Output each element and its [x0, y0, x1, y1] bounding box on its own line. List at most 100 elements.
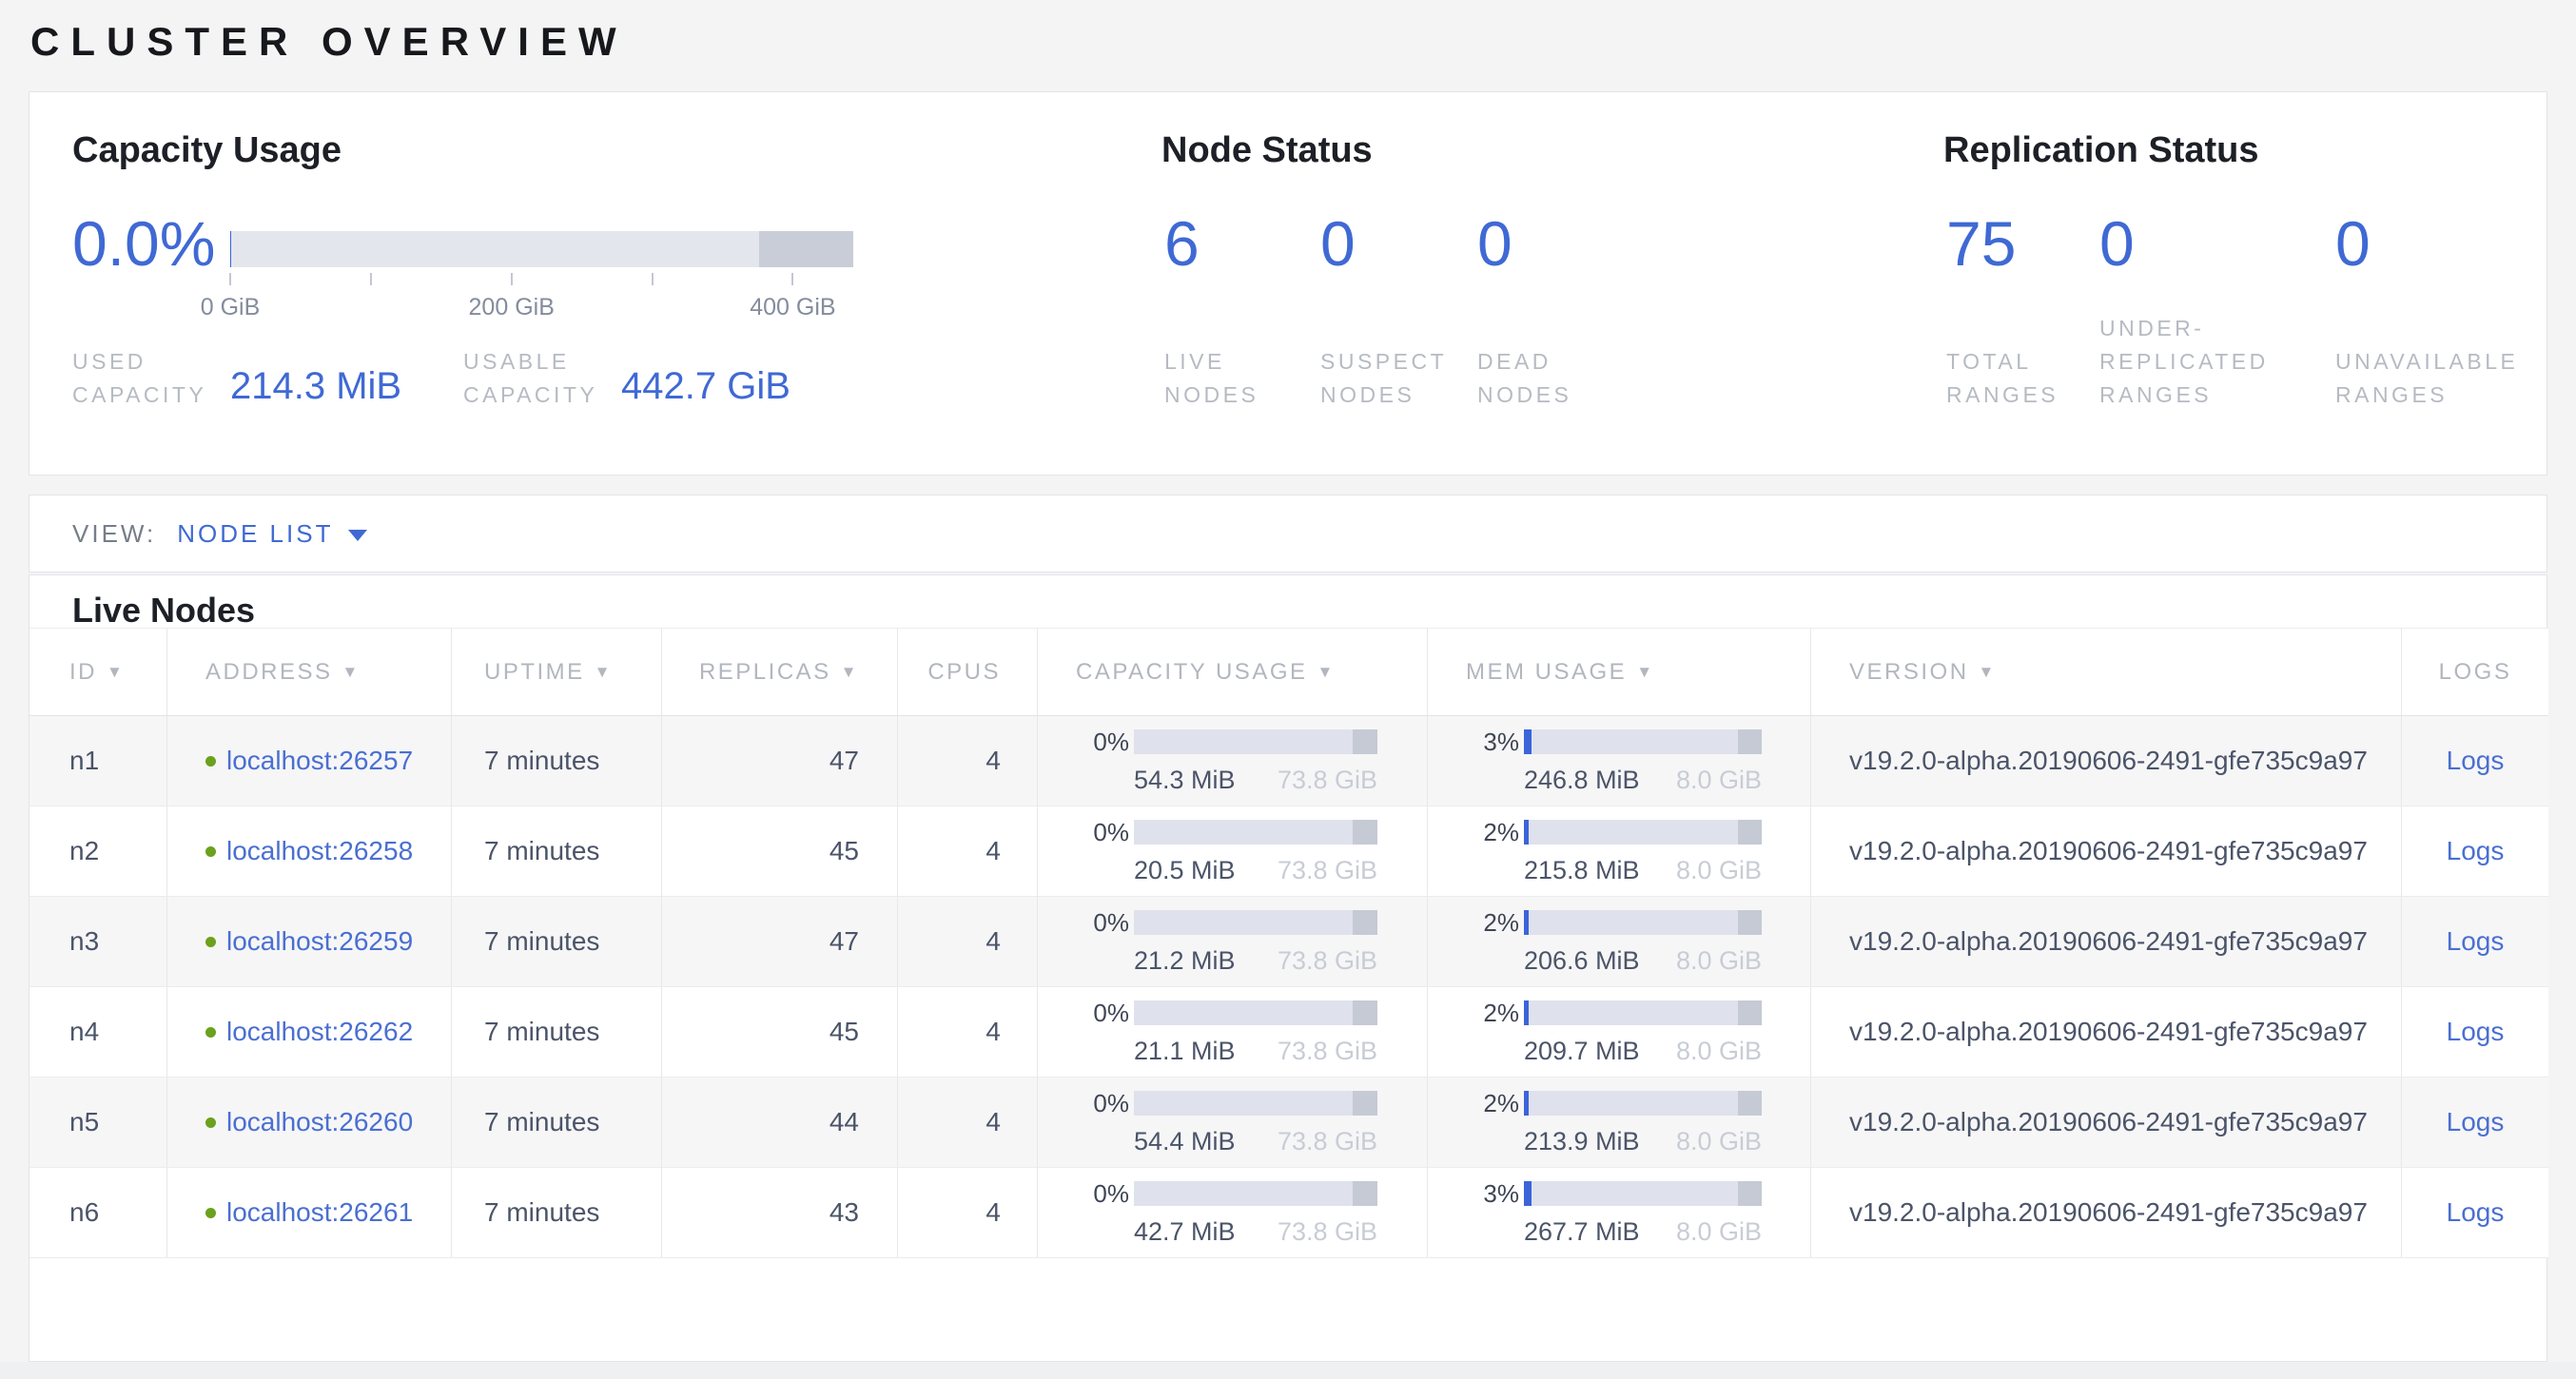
mem-bar-other-segment	[1738, 729, 1762, 754]
column-header-capacity-usage[interactable]: CAPACITY USAGE▼	[1038, 629, 1428, 715]
capacity-total-value: 73.8 GiB	[1278, 946, 1377, 976]
node-id: n1	[69, 746, 99, 776]
view-selector-dropdown[interactable]: NODE LIST	[177, 519, 367, 549]
node-logs-link[interactable]: Logs	[2447, 746, 2505, 776]
axis-tick	[370, 273, 372, 285]
mem-usage-cell: 2% 215.8 MiB 8.0 GiB	[1466, 818, 1762, 885]
mem-usage-percent: 3%	[1466, 728, 1519, 757]
node-replicas: 45	[829, 836, 859, 866]
node-address-link[interactable]: localhost:26259	[226, 926, 413, 957]
node-address-link[interactable]: localhost:26261	[226, 1197, 413, 1228]
capacity-usage-percent: 0%	[1076, 1089, 1129, 1118]
capacity-usage-heading: Capacity Usage	[72, 130, 342, 171]
node-uptime: 7 minutes	[484, 1017, 599, 1047]
node-live-status-icon	[205, 937, 216, 947]
node-uptime: 7 minutes	[484, 836, 599, 866]
mem-usage-cell: 2% 213.9 MiB 8.0 GiB	[1466, 1089, 1762, 1156]
capacity-used-value: 21.1 MiB	[1134, 1037, 1236, 1066]
mem-bar-other-segment	[1738, 1000, 1762, 1025]
node-uptime: 7 minutes	[484, 926, 599, 957]
node-live-status-icon	[205, 1208, 216, 1218]
capacity-usage-cell: 0% 42.7 MiB 73.8 GiB	[1076, 1179, 1377, 1247]
node-address-link[interactable]: localhost:26260	[226, 1107, 413, 1137]
column-header-address[interactable]: ADDRESS▼	[167, 629, 452, 715]
capacity-total-value: 73.8 GiB	[1278, 1037, 1377, 1066]
mem-bar-used-segment	[1524, 1000, 1529, 1025]
sort-arrow-icon: ▼	[1317, 663, 1336, 682]
node-logs-link[interactable]: Logs	[2447, 836, 2505, 866]
node-live-status-icon	[205, 1027, 216, 1038]
table-header-row: ID▼ ADDRESS▼ UPTIME▼ REPLICAS▼ CPUS▼ CAP…	[29, 629, 2548, 716]
column-header-replicas[interactable]: REPLICAS▼	[662, 629, 898, 715]
capacity-usage-cell: 0% 21.1 MiB 73.8 GiB	[1076, 999, 1377, 1066]
table-body: n1 localhost:26257 7 minutes 47 4 0% 54.…	[29, 716, 2548, 1258]
node-address-link[interactable]: localhost:26258	[226, 836, 413, 866]
node-id: n5	[69, 1107, 99, 1137]
mem-usage-cell: 2% 209.7 MiB 8.0 GiB	[1466, 999, 1762, 1066]
capacity-total-value: 73.8 GiB	[1278, 1217, 1377, 1247]
capacity-usage-percent: 0%	[1076, 999, 1129, 1028]
node-uptime: 7 minutes	[484, 1107, 599, 1137]
capacity-bar-other-segment	[1353, 910, 1377, 935]
node-cpus: 4	[986, 836, 1001, 866]
node-cpus: 4	[986, 746, 1001, 776]
under-replicated-ranges-label: UNDER- REPLICATED RANGES	[2099, 312, 2269, 412]
column-header-mem-usage[interactable]: MEM USAGE▼	[1428, 629, 1811, 715]
mem-total-value: 8.0 GiB	[1676, 1037, 1762, 1066]
axis-tick	[511, 273, 513, 285]
capacity-usage-cell: 0% 20.5 MiB 73.8 GiB	[1076, 818, 1377, 885]
unavailable-ranges-label: UNAVAILABLE RANGES	[2335, 345, 2518, 412]
mem-bar-other-segment	[1738, 1181, 1762, 1206]
node-logs-link[interactable]: Logs	[2447, 1197, 2505, 1228]
capacity-used-value: 21.2 MiB	[1134, 946, 1236, 976]
capacity-bar-axis: 0 GiB200 GiB400 GiB	[230, 273, 853, 340]
axis-tick	[652, 273, 654, 285]
mem-bar-other-segment	[1738, 820, 1762, 845]
capacity-used-value: 20.5 MiB	[1134, 856, 1236, 885]
capacity-usage-cell: 0% 54.4 MiB 73.8 GiB	[1076, 1089, 1377, 1156]
node-version: v19.2.0-alpha.20190606-2491-gfe735c9a97	[1849, 1197, 2368, 1228]
mem-usage-bar	[1524, 820, 1762, 845]
capacity-usage-percent: 0%	[1076, 818, 1129, 847]
column-header-version[interactable]: VERSION▼	[1811, 629, 2402, 715]
column-header-uptime[interactable]: UPTIME▼	[452, 629, 662, 715]
total-ranges-count: 75	[1946, 208, 2016, 281]
live-nodes-panel: Live Nodes ID▼ ADDRESS▼ UPTIME▼ REPLICAS…	[29, 574, 2547, 1362]
mem-usage-bar	[1524, 1181, 1762, 1206]
node-logs-link[interactable]: Logs	[2447, 1107, 2505, 1137]
capacity-usage-cell: 0% 21.2 MiB 73.8 GiB	[1076, 908, 1377, 976]
mem-usage-bar	[1524, 729, 1762, 754]
column-header-logs: LOGS▼	[2402, 629, 2548, 715]
capacity-bar-other-segment	[1353, 729, 1377, 754]
mem-usage-percent: 2%	[1466, 818, 1519, 847]
mem-usage-percent: 2%	[1466, 1089, 1519, 1118]
mem-usage-percent: 2%	[1466, 908, 1519, 938]
used-capacity-value: 214.3 MiB	[230, 365, 401, 408]
view-selected-value[interactable]: NODE LIST	[177, 519, 333, 549]
node-logs-link[interactable]: Logs	[2447, 926, 2505, 957]
mem-bar-used-segment	[1524, 910, 1529, 935]
dead-nodes-label: DEAD NODES	[1477, 345, 1571, 412]
node-address-link[interactable]: localhost:26257	[226, 746, 413, 776]
node-address-link[interactable]: localhost:26262	[226, 1017, 413, 1047]
sort-arrow-icon: ▼	[107, 663, 125, 682]
capacity-usage-bar	[1134, 910, 1377, 935]
page-bottom-strip	[0, 1362, 2576, 1379]
mem-total-value: 8.0 GiB	[1676, 1217, 1762, 1247]
mem-bar-used-segment	[1524, 729, 1532, 754]
node-uptime: 7 minutes	[484, 746, 599, 776]
node-logs-link[interactable]: Logs	[2447, 1017, 2505, 1047]
mem-used-value: 213.9 MiB	[1524, 1127, 1640, 1156]
capacity-usage-bar	[1134, 729, 1377, 754]
node-cpus: 4	[986, 926, 1001, 957]
capacity-total-value: 73.8 GiB	[1278, 1127, 1377, 1156]
unavailable-ranges-count: 0	[2335, 208, 2371, 281]
column-header-id[interactable]: ID▼	[29, 629, 167, 715]
capacity-used-value: 54.4 MiB	[1134, 1127, 1236, 1156]
capacity-total-value: 73.8 GiB	[1278, 766, 1377, 795]
mem-used-value: 209.7 MiB	[1524, 1037, 1640, 1066]
view-label: VIEW:	[72, 519, 156, 549]
capacity-bar-other-segment	[1353, 820, 1377, 845]
capacity-usage-cell: 0% 54.3 MiB 73.8 GiB	[1076, 728, 1377, 795]
axis-tick-label: 0 GiB	[201, 294, 261, 321]
